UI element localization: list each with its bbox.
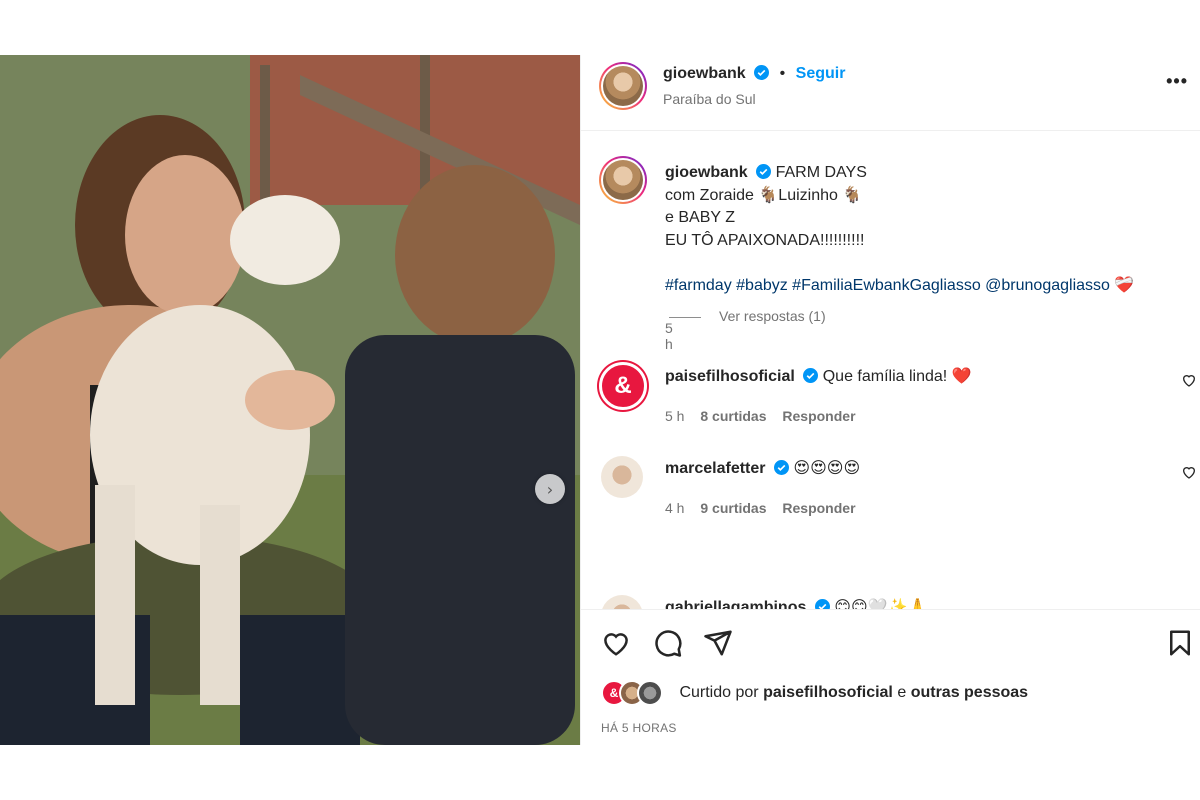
save-bookmark-icon[interactable] (1165, 628, 1195, 658)
chevron-right-icon: › (546, 479, 554, 499)
view-replies-button[interactable]: Ver respostas (1) (669, 308, 826, 324)
liked-by-summary[interactable]: & Curtido por paisefilhosoficial e outra… (601, 680, 1028, 706)
caption-line: FARM DAYS (775, 164, 867, 181)
share-send-icon[interactable] (703, 628, 733, 658)
more-options-icon[interactable]: ••• (1166, 71, 1188, 92)
caption-line: e BABY Z (665, 209, 735, 226)
replies-divider (669, 316, 701, 318)
liked-by-others[interactable]: outras pessoas (911, 684, 1028, 701)
post-actions: & Curtido por paisefilhosoficial e outra… (581, 609, 1200, 745)
comment-time: 5 h (665, 408, 685, 424)
comment-likes[interactable]: 9 curtidas (700, 500, 766, 516)
post-header: gioewbank • Seguir Paraíba do Sul ••• (581, 55, 1200, 131)
caption-hashtags[interactable]: #farmday #babyz #FamiliaEwbankGagliasso … (665, 275, 1185, 298)
commenter-username[interactable]: paisefilhosoficial (665, 368, 795, 385)
post-side-panel: gioewbank • Seguir Paraíba do Sul ••• gi… (580, 55, 1200, 745)
carousel-next-button[interactable]: › (535, 474, 565, 504)
verified-badge-icon (803, 368, 819, 383)
liked-by-user[interactable]: paisefilhosoficial (763, 684, 893, 701)
like-heart-icon[interactable] (601, 628, 631, 658)
author-avatar[interactable] (599, 62, 647, 110)
caption-avatar[interactable] (599, 156, 647, 204)
header-separator: • (779, 65, 786, 82)
comment-text: Que família linda! ❤️ (822, 368, 972, 385)
heart-outline-icon[interactable] (1181, 464, 1197, 480)
commenter-avatar[interactable] (601, 456, 643, 498)
commenter-avatar[interactable] (601, 595, 643, 609)
comment-likes[interactable]: 8 curtidas (700, 408, 766, 424)
commenter-username[interactable]: gabriellagambinos (665, 599, 806, 609)
comment-text: 😍😍😍😍 (793, 460, 861, 477)
reply-button[interactable]: Responder (782, 408, 855, 424)
caption-username[interactable]: gioewbank (665, 164, 748, 181)
caption-line: com Zoraide 🐐Luizinho 🐐 (665, 186, 863, 204)
caption-line: EU TÔ APAIXONADA!!!!!!!!!! (665, 231, 865, 249)
post-photo[interactable]: › (0, 55, 580, 745)
post-timestamp: HÁ 5 HORAS (601, 721, 677, 735)
commenter-avatar[interactable]: & (599, 362, 647, 410)
comments-list[interactable]: gioewbank FARM DAYS com Zoraide 🐐Luizinh… (581, 132, 1200, 609)
verified-badge-icon (756, 164, 772, 179)
photo-illustration (0, 55, 580, 745)
commenter-username[interactable]: marcelafetter (665, 460, 766, 477)
heart-outline-icon[interactable] (1181, 372, 1197, 388)
reply-button[interactable]: Responder (782, 500, 855, 516)
comment-time: 4 h (665, 500, 685, 516)
follow-button[interactable]: Seguir (796, 65, 846, 82)
liked-by-avatars: & (601, 680, 671, 706)
post-location[interactable]: Paraíba do Sul (663, 91, 756, 107)
comment-text: 😊😊🤍✨🙏 (834, 599, 928, 609)
caption-timestamp: 5 h (665, 320, 673, 352)
comment-bubble-icon[interactable] (653, 628, 683, 658)
verified-badge-icon (773, 460, 789, 475)
author-username[interactable]: gioewbank (663, 65, 746, 82)
verified-badge-icon (754, 65, 770, 80)
verified-badge-icon (814, 599, 830, 609)
